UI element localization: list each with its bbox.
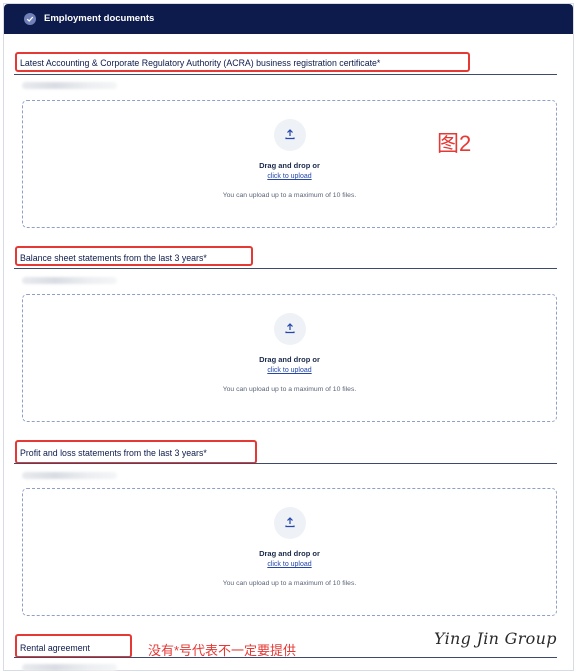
section-title: Employment documents [44,13,155,24]
dropzone-limit-note: You can upload up to a maximum of 10 fil… [222,580,357,587]
check-circle-icon [24,13,36,25]
figure-annotation: 图2 [437,131,472,156]
divider [14,74,557,75]
field-label-profit-loss: Profit and loss statements from the last… [20,448,207,458]
redacted-text [22,82,117,89]
dropzone-instruction: Drag and drop or [259,161,320,170]
click-to-upload-link[interactable]: click to upload [23,173,556,180]
dropzone-limit-note: You can upload up to a maximum of 10 fil… [222,386,357,393]
dropzone-instruction: Drag and drop or [259,549,320,558]
redacted-text [22,472,117,479]
divider [14,268,557,269]
field-label-balance-sheet: Balance sheet statements from the last 3… [20,253,207,263]
field-label-acra: Latest Accounting & Corporate Regulatory… [20,58,381,68]
upload-icon [274,507,306,539]
upload-dropzone-profit-loss[interactable]: Drag and drop or click to upload You can… [22,488,557,616]
upload-dropzone-acra[interactable]: Drag and drop or click to upload You can… [22,100,557,228]
click-to-upload-link[interactable]: click to upload [23,367,556,374]
upload-dropzone-balance-sheet[interactable]: Drag and drop or click to upload You can… [22,294,557,422]
dropzone-limit-note: You can upload up to a maximum of 10 fil… [222,192,357,199]
divider [14,463,557,464]
redacted-text [22,277,117,284]
upload-icon [274,119,306,151]
redacted-text [22,664,117,671]
section-header: Employment documents [4,4,573,34]
watermark-signature: Ying Jin Group [434,629,557,648]
click-to-upload-link[interactable]: click to upload [23,561,556,568]
divider [14,657,557,658]
upload-icon [274,313,306,345]
field-label-rental-agreement: Rental agreement [20,643,90,653]
dropzone-instruction: Drag and drop or [259,355,320,364]
